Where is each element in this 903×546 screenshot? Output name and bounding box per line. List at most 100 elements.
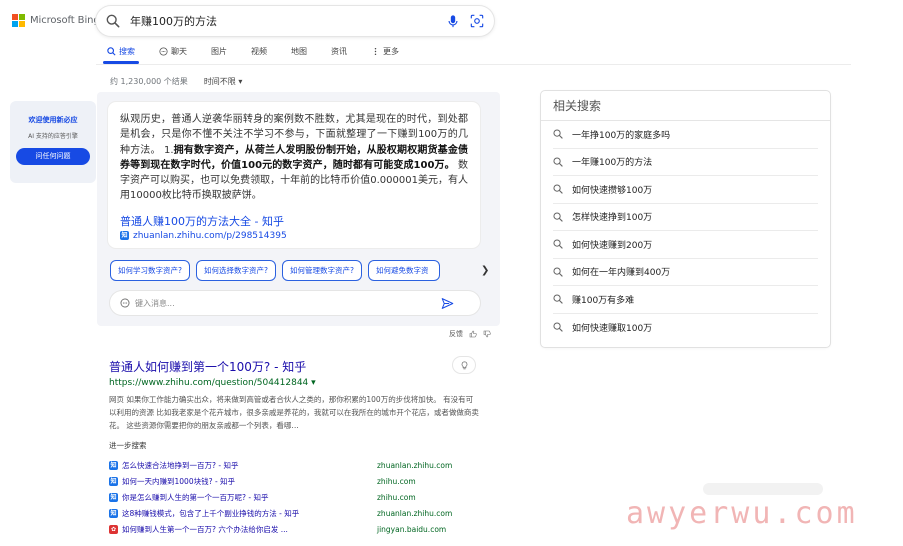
zhihu-favicon-icon: 知 bbox=[109, 460, 118, 470]
further-domain: jingyan.baidu.com bbox=[377, 524, 447, 534]
further-link[interactable]: 如何一天内赚到1000块钱? - 知乎 bbox=[122, 476, 235, 487]
chat-message-input[interactable]: 键入消息... bbox=[135, 298, 441, 309]
chevron-right-icon[interactable]: ❯ bbox=[481, 265, 489, 276]
suggestion-chip[interactable]: 如何选择数字资产? bbox=[195, 260, 276, 281]
search-icon bbox=[553, 157, 563, 167]
suggestion-chip[interactable]: 如何管理数字资产? bbox=[281, 260, 362, 281]
related-search-label: 赚100万有多难 bbox=[572, 295, 635, 306]
search-icon bbox=[553, 184, 563, 194]
further-search-heading: 进一步搜索 bbox=[109, 441, 147, 450]
tab-label: 搜索 bbox=[119, 46, 135, 56]
tab-search[interactable]: 搜索 bbox=[103, 42, 139, 64]
brand-name: Microsoft Bing bbox=[30, 15, 100, 26]
tab-label: 视频 bbox=[251, 46, 267, 56]
related-search-item[interactable]: 一年赚100万的方法 bbox=[553, 149, 818, 176]
answer-text: 纵观历史，普通人逆袭华丽转身的案例数不胜数，尤其是现在的时代，到处都是机会，只是… bbox=[120, 112, 468, 204]
microphone-icon[interactable] bbox=[446, 14, 460, 28]
send-icon[interactable] bbox=[441, 297, 454, 310]
feedback-bar: 反馈 bbox=[449, 329, 491, 339]
further-link[interactable]: 如何赚到人生第一个一百万? 六个办法给你启发 ... bbox=[122, 524, 288, 535]
list-item[interactable]: 知如何一天内赚到1000块钱? - 知乎 zhihu.com bbox=[109, 473, 469, 489]
related-search-item[interactable]: 赚100万有多难 bbox=[553, 286, 818, 314]
thumbs-up-icon[interactable] bbox=[469, 330, 477, 338]
answer-source-link[interactable]: 普通人赚100万的方法大全 - 知乎 bbox=[120, 213, 468, 229]
microsoft-logo-icon bbox=[12, 14, 25, 27]
blurred-area bbox=[703, 483, 823, 495]
search-tabs: 搜索 聊天 图片 视频 地图 资讯 更多 bbox=[103, 42, 423, 64]
related-search-item[interactable]: 一年挣100万的家庭多吗 bbox=[553, 121, 818, 149]
related-search-label: 怎样快速挣到100万 bbox=[572, 213, 653, 224]
zhihu-favicon-icon: 知 bbox=[109, 476, 118, 486]
further-link[interactable]: 怎么快速合法地挣到一百万? - 知乎 bbox=[122, 460, 238, 471]
tab-label: 聊天 bbox=[171, 46, 187, 56]
tab-videos[interactable]: 视频 bbox=[251, 42, 267, 60]
related-searches-list: 一年挣100万的家庭多吗 一年赚100万的方法 如何快速攒够100万 怎样快速挣到10… bbox=[553, 121, 818, 341]
further-domain: zhuanlan.zhihu.com bbox=[377, 508, 453, 518]
suggestion-chips: 如何学习数字资产? 如何选择数字资产? 如何管理数字资产? 如何避免数字资 bbox=[110, 260, 440, 281]
search-icon bbox=[106, 14, 120, 28]
further-link[interactable]: 你是怎么赚到人生的第一个一百万呢? - 知乎 bbox=[122, 492, 268, 503]
promo-subtitle: AI 支持的应答引擎 bbox=[28, 133, 78, 140]
tab-chat[interactable]: 聊天 bbox=[159, 42, 187, 60]
suggestion-chip[interactable]: 如何避免数字资 bbox=[367, 260, 440, 281]
tab-label: 图片 bbox=[211, 46, 227, 56]
answer-source-url-text: zhuanlan.zhihu.com/p/298514395 bbox=[133, 230, 287, 241]
search-icon bbox=[553, 129, 563, 139]
chat-icon bbox=[159, 46, 168, 56]
thumbs-down-icon[interactable] bbox=[483, 330, 491, 338]
related-search-label: 如何在一年内赚到400万 bbox=[572, 268, 671, 279]
tab-label: 地图 bbox=[291, 46, 307, 56]
search-icon bbox=[107, 46, 116, 56]
explore-button[interactable] bbox=[453, 357, 475, 373]
answer-card: 纵观历史，普通人逆袭华丽转身的案例数不胜数，尤其是现在的时代，到处都是机会，只是… bbox=[108, 102, 480, 248]
related-search-item[interactable]: 如何在一年内赚到400万 bbox=[553, 259, 818, 286]
chat-message-box[interactable]: 键入消息... bbox=[110, 291, 480, 315]
related-search-item[interactable]: 如何快速赚取100万 bbox=[553, 314, 818, 342]
tab-images[interactable]: 图片 bbox=[211, 42, 227, 60]
bing-logo[interactable]: Microsoft Bing bbox=[12, 14, 100, 27]
related-searches-panel: 相关搜索 一年挣100万的家庭多吗 一年赚100万的方法 如何快速攒够100万 怎样快… bbox=[541, 91, 830, 347]
search-icon bbox=[553, 322, 563, 332]
suggestion-chip[interactable]: 如何学习数字资产? bbox=[110, 260, 190, 281]
list-item[interactable]: 知这8种赚钱模式，包含了上千个副业挣钱的方法 - 知乎 zhuanlan.zhi… bbox=[109, 505, 469, 521]
related-search-item[interactable]: 如何快速赚到200万 bbox=[553, 231, 818, 259]
tab-news[interactable]: 资讯 bbox=[331, 42, 347, 60]
lightbulb-icon bbox=[461, 361, 467, 369]
new-bing-promo: 欢迎使用新必应 AI 支持的应答引擎 问任何问题 bbox=[10, 101, 96, 183]
list-item[interactable]: ✿ 如何赚到人生第一个一百万? 六个办法给你启发 ... jingyan.baid… bbox=[109, 521, 469, 537]
result-title[interactable]: 普通人如何赚到第一个100万? - 知乎 bbox=[109, 358, 479, 375]
search-icon bbox=[553, 267, 563, 277]
related-search-label: 如何快速赚取100万 bbox=[572, 323, 653, 334]
ask-anything-button[interactable]: 问任何问题 bbox=[16, 148, 90, 165]
search-icon bbox=[553, 294, 563, 304]
further-domain: zhihu.com bbox=[377, 492, 416, 502]
more-icon bbox=[374, 47, 377, 55]
visual-search-icon[interactable] bbox=[470, 14, 484, 28]
result-url[interactable]: https://www.zhihu.com/question/504412844… bbox=[109, 378, 479, 388]
further-link[interactable]: 这8种赚钱模式，包含了上千个副业挣钱的方法 - 知乎 bbox=[122, 508, 299, 519]
baidu-favicon-icon: ✿ bbox=[109, 524, 118, 534]
related-search-label: 如何快速攒够100万 bbox=[572, 185, 653, 196]
further-domain: zhihu.com bbox=[377, 476, 416, 486]
tab-maps[interactable]: 地图 bbox=[291, 42, 307, 60]
search-icon bbox=[553, 212, 563, 222]
tab-label: 资讯 bbox=[331, 46, 347, 56]
search-box[interactable]: 年赚100万的方法 bbox=[96, 6, 494, 36]
zhihu-favicon-icon: 知 bbox=[120, 231, 129, 241]
related-search-item[interactable]: 如何快速攒够100万 bbox=[553, 176, 818, 204]
answer-source-url[interactable]: 知 zhuanlan.zhihu.com/p/298514395 bbox=[120, 231, 468, 241]
related-search-item[interactable]: 怎样快速挣到100万 bbox=[553, 204, 818, 231]
related-search-label: 如何快速赚到200万 bbox=[572, 240, 653, 251]
search-input[interactable]: 年赚100万的方法 bbox=[130, 13, 436, 29]
list-item[interactable]: 知怎么快速合法地挣到一百万? - 知乎 zhuanlan.zhihu.com bbox=[109, 457, 469, 473]
related-searches-title: 相关搜索 bbox=[541, 91, 830, 121]
promo-title: 欢迎使用新必应 bbox=[28, 116, 78, 124]
related-search-label: 一年赚100万的方法 bbox=[572, 158, 653, 169]
list-item[interactable]: 知你是怎么赚到人生的第一个一百万呢? - 知乎 zhihu.com bbox=[109, 489, 469, 505]
zhihu-favicon-icon: 知 bbox=[109, 508, 118, 518]
time-filter-dropdown[interactable]: 时间不限 ▾ bbox=[204, 76, 243, 87]
tab-more[interactable]: 更多 bbox=[371, 42, 399, 60]
feedback-label[interactable]: 反馈 bbox=[449, 329, 463, 339]
related-search-label: 一年挣100万的家庭多吗 bbox=[572, 130, 671, 141]
zhihu-favicon-icon: 知 bbox=[109, 492, 118, 502]
